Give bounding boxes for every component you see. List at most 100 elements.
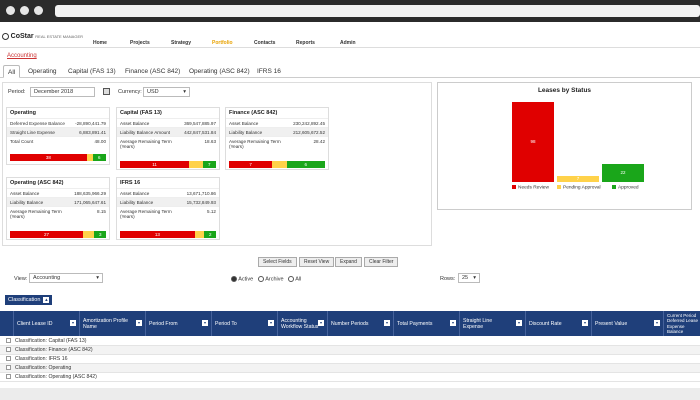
window-close-icon[interactable]: [6, 6, 15, 15]
card-ifrs16: IFRS 16 Asset Balance 13,671,710.86 Liabi…: [116, 177, 220, 240]
chart-bar-approved[interactable]: 22: [602, 163, 644, 182]
expand-icon[interactable]: [6, 347, 11, 353]
status-bar-segment[interactable]: [189, 161, 203, 168]
group-row-capital-fas13[interactable]: Classification: Capital (FAS 13): [0, 337, 700, 346]
status-bar-segment[interactable]: 11: [120, 161, 190, 168]
group-row-ifrs16[interactable]: Classification: IFRS 16: [0, 355, 700, 364]
filter-icon[interactable]: ▾: [516, 320, 522, 326]
row-value: -28,890,441.79: [75, 120, 106, 126]
tab-finance-asc842[interactable]: Finance (ASC 842): [121, 65, 184, 78]
status-bar[interactable]: 13 2: [120, 231, 216, 238]
app-logo[interactable]: CoStar REAL ESTATE MANAGER: [2, 33, 83, 40]
sort-icon[interactable]: ▴: [43, 297, 50, 303]
status-bar-segment[interactable]: 7: [229, 161, 273, 168]
period-input[interactable]: December 2018: [30, 87, 95, 97]
filter-icon[interactable]: ▾: [654, 320, 660, 326]
filter-icon[interactable]: ▾: [202, 320, 208, 326]
filter-icon[interactable]: ▾: [136, 320, 142, 326]
view-select[interactable]: Accounting ▾: [29, 273, 103, 283]
chart-bar-needs-review[interactable]: 98: [512, 101, 554, 182]
chevron-down-icon: ▾: [183, 89, 186, 95]
chart-bar-pending-approval[interactable]: 7: [557, 176, 599, 182]
status-bar-segment[interactable]: 27: [10, 231, 83, 238]
expand-icon[interactable]: [6, 374, 11, 380]
rows-select[interactable]: 25 ▾: [458, 273, 480, 283]
col-present-value[interactable]: Present Value ▾: [592, 311, 664, 336]
status-bar-segment[interactable]: 3: [94, 231, 106, 238]
filter-icon[interactable]: ▾: [318, 320, 324, 326]
col-discount-rate[interactable]: Discount Rate ▾: [526, 311, 592, 336]
nav-admin[interactable]: Admin: [340, 40, 356, 46]
currency-value: USD: [147, 89, 159, 95]
radio-archive[interactable]: Archive: [258, 276, 284, 282]
col-total-payments[interactable]: Total Payments ▾: [394, 311, 460, 336]
status-bar-segment[interactable]: 13: [120, 231, 195, 238]
nav-reports[interactable]: Reports: [296, 40, 315, 46]
filter-icon[interactable]: ▾: [384, 320, 390, 326]
expand-icon[interactable]: [6, 356, 11, 362]
nav-home[interactable]: Home: [93, 40, 107, 46]
col-straight-line-expense[interactable]: Straight Line Expense ▾: [460, 311, 526, 336]
nav-contacts[interactable]: Contacts: [254, 40, 275, 46]
tab-operating-asc842[interactable]: Operating (ASC 842): [185, 65, 254, 78]
nav-strategy[interactable]: Strategy: [171, 40, 191, 46]
filter-icon[interactable]: ▾: [268, 320, 274, 326]
group-label: Classification: Operating: [15, 365, 72, 371]
expand-icon[interactable]: [6, 338, 11, 344]
col-amortization-profile-name[interactable]: Amortization Profile Name ▾: [80, 311, 146, 336]
tab-all[interactable]: All: [3, 65, 21, 78]
window-minimize-icon[interactable]: [20, 6, 29, 15]
row-value: 18.63: [204, 138, 217, 144]
nav-portfolio[interactable]: Portfolio: [212, 40, 233, 46]
status-bar[interactable]: 76: [229, 161, 325, 168]
breadcrumb[interactable]: Accounting: [7, 53, 37, 59]
reset-view-button[interactable]: Reset View: [299, 257, 335, 267]
status-bar-segment[interactable]: [272, 161, 287, 168]
nav-projects[interactable]: Projects: [130, 40, 150, 46]
row-label: Average Remaining Term (Years): [229, 138, 281, 149]
status-bar-segment[interactable]: 6: [92, 154, 106, 161]
card-title: IFRS 16: [120, 180, 141, 186]
filter-icon[interactable]: ▾: [582, 320, 588, 326]
currency-select[interactable]: USD ▾: [143, 87, 190, 97]
col-client-lease-id[interactable]: Client Lease ID ▾: [14, 311, 80, 336]
expand-icon[interactable]: [6, 365, 11, 371]
tab-operating[interactable]: Operating: [24, 65, 61, 78]
status-bar-segment[interactable]: 6: [286, 161, 325, 168]
col-number-periods[interactable]: Number Periods ▾: [328, 311, 394, 336]
group-row-operating[interactable]: Classification: Operating: [0, 364, 700, 373]
col-accounting-workflow-status[interactable]: Accounting Workflow Status ▾: [278, 311, 328, 336]
tab-ifrs16[interactable]: IFRS 16: [253, 65, 285, 78]
row-label: Liability Balance: [120, 199, 154, 205]
classification-group-button[interactable]: Classification ▴: [5, 295, 53, 305]
status-bar[interactable]: 11 7: [120, 161, 216, 168]
tab-capital-fas13[interactable]: Capital (FAS 13): [64, 65, 120, 78]
status-bar-segment[interactable]: 38: [10, 154, 87, 161]
status-bar-segment[interactable]: 2: [204, 231, 216, 238]
group-row-finance-asc842[interactable]: Classification: Finance (ASC 842): [0, 346, 700, 355]
radio-all[interactable]: All: [288, 276, 301, 282]
address-bar[interactable]: [55, 5, 700, 17]
status-bar-segment[interactable]: 7: [202, 161, 216, 168]
status-bar-segment[interactable]: [194, 231, 205, 238]
radio-active[interactable]: Active: [231, 276, 253, 282]
calendar-icon[interactable]: [103, 88, 110, 95]
filter-icon[interactable]: ▾: [450, 320, 456, 326]
group-row-operating-asc842[interactable]: Classification: Operating (ASC 842): [0, 373, 700, 382]
status-bar[interactable]: 27 3: [10, 231, 106, 238]
col-period-to[interactable]: Period To ▾: [212, 311, 278, 336]
status-bar[interactable]: 38 6: [10, 154, 106, 161]
window-maximize-icon[interactable]: [34, 6, 43, 15]
radio-icon[interactable]: [288, 276, 294, 282]
status-bar-segment[interactable]: [82, 231, 95, 238]
radio-icon[interactable]: [258, 276, 264, 282]
row-value: 442,847,531.84: [184, 129, 216, 135]
filter-icon[interactable]: ▾: [70, 320, 76, 326]
col-period-from[interactable]: Period From ▾: [146, 311, 212, 336]
col-current-period-deferred[interactable]: Current Period Deferred Lease Expense Ba…: [664, 311, 700, 336]
select-fields-button[interactable]: Select Fields: [258, 257, 297, 267]
legend-swatch: [557, 185, 561, 189]
radio-checked-icon[interactable]: [231, 276, 237, 282]
clear-filter-button[interactable]: Clear Filter: [364, 257, 399, 267]
expand-button[interactable]: Expand: [335, 257, 362, 267]
